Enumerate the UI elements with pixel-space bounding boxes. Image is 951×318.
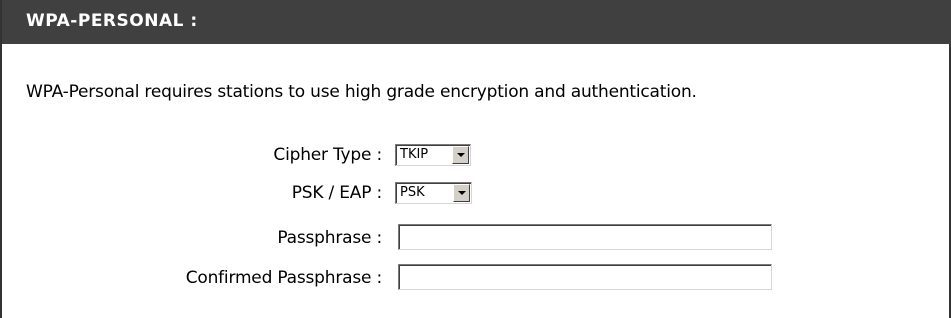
cipher-type-dropdown-button[interactable]: [452, 146, 469, 164]
wpa-personal-panel: WPA-PERSONAL : WPA-Personal requires sta…: [0, 0, 951, 318]
chevron-down-icon: [458, 191, 466, 195]
cipher-type-label: Cipher Type :: [273, 145, 382, 165]
cipher-type-select[interactable]: TKIP: [395, 144, 471, 166]
confirmed-passphrase-input[interactable]: [398, 264, 772, 290]
chevron-down-icon: [457, 153, 465, 157]
psk-eap-value: PSK: [400, 185, 425, 200]
section-description: WPA-Personal requires stations to use hi…: [26, 82, 697, 102]
psk-eap-select[interactable]: PSK: [395, 182, 472, 204]
confirmed-passphrase-label: Confirmed Passphrase :: [185, 268, 382, 288]
section-header: WPA-PERSONAL :: [2, 0, 951, 44]
psk-eap-dropdown-button[interactable]: [453, 184, 470, 202]
psk-eap-label: PSK / EAP :: [291, 183, 382, 203]
passphrase-input[interactable]: [398, 224, 772, 250]
cipher-type-value: TKIP: [400, 147, 429, 162]
section-title: WPA-PERSONAL :: [26, 11, 198, 31]
passphrase-label: Passphrase :: [277, 228, 382, 248]
